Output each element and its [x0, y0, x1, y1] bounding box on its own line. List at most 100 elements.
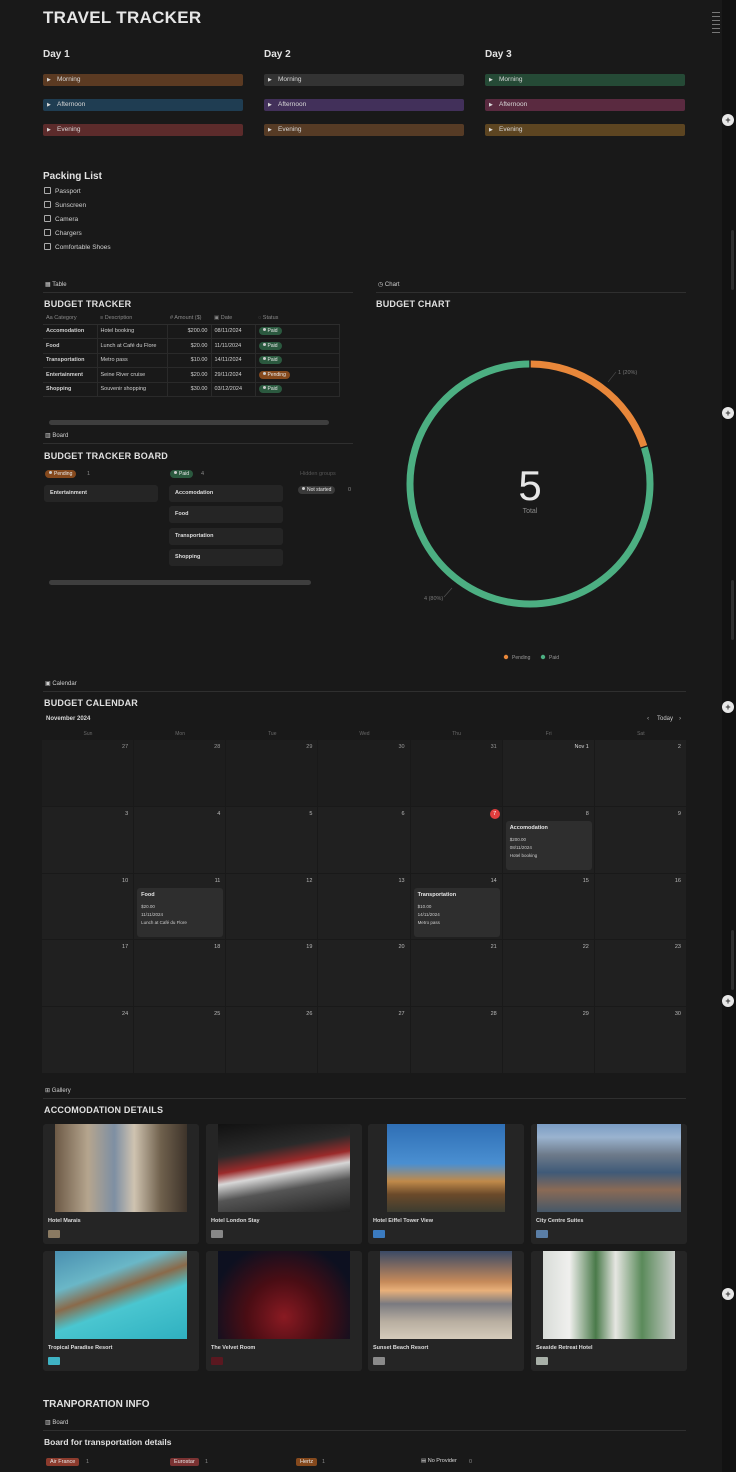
calendar-day-cell[interactable]: 21 — [410, 940, 503, 1008]
cell-category[interactable]: Accomodation — [43, 324, 98, 339]
cell-description[interactable]: Hotel booking — [97, 324, 168, 339]
calendar-day-cell[interactable]: 13 — [318, 873, 411, 941]
cell-amount[interactable]: $10.00 — [167, 353, 212, 368]
tab-chart[interactable]: ◷ Chart — [378, 281, 400, 288]
calendar-event-card[interactable]: Transportation $10.00 14/11/2024 Metro pass — [413, 887, 500, 937]
calendar-day-cell[interactable]: 4 — [134, 806, 227, 874]
cell-date[interactable]: 14/11/2024 — [211, 353, 256, 368]
checkbox[interactable] — [44, 201, 51, 208]
today-button[interactable]: Today — [657, 716, 673, 722]
calendar-day-cell[interactable]: 16 — [594, 873, 687, 941]
transport-group-eurostar[interactable]: Eurostar — [170, 1458, 199, 1466]
checklist-item[interactable]: Chargers — [44, 229, 82, 237]
cell-amount[interactable]: $30.00 — [167, 382, 212, 397]
board-group-pending[interactable]: Pending — [45, 470, 77, 478]
calendar-day-cell[interactable]: Nov 1 — [502, 740, 595, 807]
calendar-day-cell[interactable]: 25 — [134, 1007, 227, 1074]
cell-category[interactable]: Transportation — [43, 353, 98, 368]
toggle-day2-morning[interactable]: ▶ Morning — [264, 74, 464, 86]
calendar-event-card[interactable]: Accomodation $200.00 08/11/2024 Hotel booki… — [505, 820, 592, 870]
add-comment-icon[interactable]: + — [722, 701, 734, 713]
calendar-day-cell[interactable]: 29 — [502, 1007, 595, 1074]
cell-amount[interactable]: $20.00 — [167, 338, 212, 354]
cell-description[interactable]: Souvenir shopping — [97, 382, 168, 397]
horizontal-scrollbar[interactable] — [49, 580, 311, 585]
cell-date[interactable]: 03/12/2024 — [211, 382, 256, 397]
table-row[interactable]: Transportation Metro pass $10.00 14/11/2… — [43, 353, 340, 368]
cell-category[interactable]: Entertainment — [43, 367, 98, 383]
cell-status[interactable]: Paid — [255, 324, 340, 339]
calendar-day-cell[interactable]: 19 — [226, 940, 319, 1008]
calendar-day-cell[interactable]: 30 — [594, 1007, 687, 1074]
checklist-item[interactable]: Comfortable Shoes — [44, 243, 111, 251]
board-card[interactable]: Food — [169, 506, 283, 523]
column-header[interactable]: ◌ Status — [255, 312, 339, 325]
calendar-day-cell[interactable]: 7 — [410, 806, 503, 874]
cell-status[interactable]: Paid — [255, 382, 340, 397]
calendar-day-cell[interactable]: 15 — [502, 873, 595, 941]
calendar-day-cell[interactable]: 20 — [318, 940, 411, 1008]
table-row[interactable]: Accomodation Hotel booking $200.00 08/11… — [43, 324, 340, 339]
calendar-day-cell[interactable]: 28 — [410, 1007, 503, 1074]
gallery-card[interactable]: City Centre Suites — [531, 1124, 687, 1244]
calendar-day-cell[interactable]: 27 — [42, 740, 135, 807]
add-comment-icon[interactable]: + — [722, 1288, 734, 1300]
cell-amount[interactable]: $20.00 — [167, 367, 212, 383]
checkbox[interactable] — [44, 187, 51, 194]
gallery-card[interactable]: The Velvet Room — [206, 1251, 362, 1371]
gallery-card[interactable]: Hotel Eiffel Tower View — [368, 1124, 524, 1244]
calendar-day-cell[interactable]: 5 — [226, 806, 319, 874]
cell-description[interactable]: Seine River cruise — [97, 367, 168, 383]
add-comment-icon[interactable]: + — [722, 995, 734, 1007]
cell-category[interactable]: Shopping — [43, 382, 98, 397]
board-group-not-started[interactable]: Not started — [298, 486, 336, 494]
add-comment-icon[interactable]: + — [722, 407, 734, 419]
calendar-day-cell[interactable]: 18 — [134, 940, 227, 1008]
cell-date[interactable]: 11/11/2024 — [211, 338, 256, 354]
tab-gallery[interactable]: ⊞ Gallery — [45, 1087, 71, 1094]
column-header[interactable]: # Amount ($) — [167, 312, 211, 325]
scrollbar-thumb[interactable] — [731, 230, 734, 290]
prev-month-button[interactable]: ‹ — [647, 715, 649, 722]
checkbox[interactable] — [44, 243, 51, 250]
calendar-day-cell[interactable]: 31 — [410, 740, 503, 807]
calendar-day-cell[interactable]: 28 — [134, 740, 227, 807]
calendar-day-cell[interactable]: 9 — [594, 806, 687, 874]
toggle-day3-morning[interactable]: ▶ Morning — [485, 74, 685, 86]
gallery-card[interactable]: Hotel London Stay — [206, 1124, 362, 1244]
scrollbar-thumb[interactable] — [731, 930, 734, 990]
gallery-card[interactable]: Tropical Paradise Resort — [43, 1251, 199, 1371]
toggle-day1-evening[interactable]: ▶ Evening — [43, 124, 243, 136]
calendar-day-cell[interactable]: 30 — [318, 740, 411, 807]
toggle-day3-evening[interactable]: ▶ Evening — [485, 124, 685, 136]
donut-slice-pending[interactable] — [530, 360, 648, 448]
transport-group-no-provider[interactable]: ▤ No Provider — [421, 1458, 457, 1464]
calendar-day-cell[interactable]: 23 — [594, 940, 687, 1008]
transport-group-hertz[interactable]: Hertz — [296, 1458, 318, 1466]
checkbox[interactable] — [44, 229, 51, 236]
cell-description[interactable]: Lunch at Café du Flore — [97, 338, 168, 354]
cell-amount[interactable]: $200.00 — [167, 324, 212, 339]
tab-calendar[interactable]: ▣ Calendar — [45, 680, 77, 687]
calendar-day-cell[interactable]: 3 — [42, 806, 135, 874]
tab-table[interactable]: ▦ Table — [45, 281, 67, 288]
board-card[interactable]: Accomodation — [169, 485, 283, 502]
cell-category[interactable]: Food — [43, 338, 98, 354]
cell-date[interactable]: 08/11/2024 — [211, 324, 256, 339]
cell-date[interactable]: 29/11/2024 — [211, 367, 256, 383]
board-card[interactable]: Entertainment — [44, 485, 158, 502]
checklist-item[interactable]: Camera — [44, 215, 78, 223]
table-row[interactable]: Shopping Souvenir shopping $30.00 03/12/… — [43, 382, 340, 397]
calendar-day-cell[interactable]: 26 — [226, 1007, 319, 1074]
transport-group-air-france[interactable]: Air France — [46, 1458, 80, 1466]
toggle-day3-afternoon[interactable]: ▶ Afternoon — [485, 99, 685, 111]
calendar-day-cell[interactable]: 27 — [318, 1007, 411, 1074]
calendar-day-cell[interactable]: 22 — [502, 940, 595, 1008]
gallery-card[interactable]: Hotel Marais — [43, 1124, 199, 1244]
table-row[interactable]: Food Lunch at Café du Flore $20.00 11/11… — [43, 338, 340, 354]
cell-description[interactable]: Metro pass — [97, 353, 168, 368]
scrollbar-thumb[interactable] — [731, 580, 734, 640]
table-row[interactable]: Entertainment Seine River cruise $20.00 … — [43, 367, 340, 383]
calendar-day-cell[interactable]: 17 — [42, 940, 135, 1008]
toggle-day2-evening[interactable]: ▶ Evening — [264, 124, 464, 136]
